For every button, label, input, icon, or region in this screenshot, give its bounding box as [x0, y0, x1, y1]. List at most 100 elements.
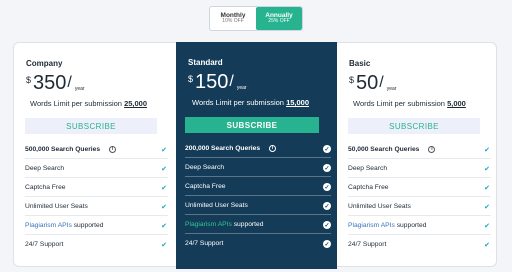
check-icon: ✔	[161, 166, 167, 173]
plan-card-standard: Standard $ 150 / year Words Limit per su…	[176, 42, 337, 269]
feature-text: Deep Search	[25, 164, 65, 172]
feature-item: Plagiarism APIs supported ✔	[25, 216, 168, 235]
feature-text: 24/7 Support	[185, 240, 224, 247]
plagiarism-apis-link[interactable]: Plagiarism APIs	[185, 221, 232, 228]
info-icon[interactable]: i	[428, 145, 436, 153]
price-period: year	[236, 85, 247, 91]
plan-price: $ 50 / year	[349, 72, 396, 94]
words-limit: Words Limit per submission 25,000	[30, 99, 147, 108]
feature-text: 200,000 Search Queries	[185, 144, 261, 152]
plan-price: $ 150 / year	[188, 71, 247, 93]
plan-name: Basic	[349, 59, 371, 68]
check-icon: ✓	[323, 183, 331, 191]
info-icon[interactable]: i	[109, 145, 117, 153]
price-period: year	[386, 86, 397, 92]
check-icon: ✔	[484, 223, 490, 230]
words-limit-label: Words Limit per submission	[192, 98, 284, 107]
words-limit: Words Limit per submission 15,000	[192, 98, 309, 107]
feature-item: Plagiarism APIs supported ✔	[348, 216, 491, 235]
annually-option[interactable]: Annually 25% OFF	[256, 7, 302, 30]
feature-item: 24/7 Support ✓	[185, 234, 331, 253]
feature-item: 24/7 Support ✔	[25, 235, 168, 254]
feature-item: Captcha Free ✔	[25, 178, 168, 197]
feature-text: supported	[394, 221, 427, 229]
words-limit: Words Limit per submission 5,000	[353, 99, 466, 108]
check-icon: ✓	[323, 145, 331, 153]
feature-text: supported	[71, 221, 104, 229]
feature-item: 50,000 Search Queries i ✔	[348, 140, 491, 159]
feature-text: 50,000 Search Queries	[348, 145, 420, 153]
price-amount: 350	[33, 72, 67, 94]
billing-toggle: Monthly 10% OFF Annually 25% OFF	[209, 6, 303, 31]
feature-text: Captcha Free	[348, 183, 389, 191]
check-icon: ✓	[323, 221, 331, 229]
words-limit-value: 25,000	[124, 99, 148, 108]
feature-list: 500,000 Search Queries i ✔ Deep Search ✔ Ca…	[25, 140, 168, 254]
annually-discount: 25% OFF	[268, 18, 290, 25]
feature-text: Unlimited User Seats	[25, 202, 88, 210]
feature-text: Deep Search	[348, 164, 388, 172]
plan-price: $ 350 / year	[26, 72, 85, 94]
price-slash: /	[379, 74, 384, 91]
feature-text: supported	[231, 220, 264, 228]
feature-item: Deep Search ✓	[185, 158, 331, 177]
feature-item: Unlimited User Seats ✔	[348, 197, 491, 216]
check-icon: ✓	[323, 202, 331, 210]
words-limit-value: 5,000	[447, 99, 466, 108]
monthly-option[interactable]: Monthly 10% OFF	[210, 7, 256, 30]
check-icon: ✔	[161, 185, 167, 192]
subscribe-button[interactable]: SUBSCRIBE	[348, 118, 480, 134]
feature-item: Plagiarism APIs supported ✓	[185, 215, 331, 234]
check-icon: ✔	[161, 204, 167, 211]
price-slash: /	[229, 73, 234, 90]
plan-name: Company	[26, 59, 63, 68]
check-icon: ✔	[161, 223, 167, 230]
feature-item: Captcha Free ✔	[348, 178, 491, 197]
feature-item: Deep Search ✔	[348, 159, 491, 178]
feature-item: Unlimited User Seats ✓	[185, 196, 331, 215]
currency-symbol: $	[188, 74, 194, 84]
check-icon: ✔	[161, 147, 167, 154]
currency-symbol: $	[349, 75, 355, 85]
pricing-cards: Company $ 350 / year Words Limit per sub…	[13, 42, 497, 269]
check-icon: ✔	[484, 242, 490, 249]
feature-item: Deep Search ✔	[25, 159, 168, 178]
plan-card-basic: Basic $ 50 / year Words Limit per submis…	[337, 43, 497, 268]
words-limit-value: 15,000	[286, 98, 310, 107]
price-amount: 50	[356, 72, 379, 94]
plan-card-company: Company $ 350 / year Words Limit per sub…	[14, 43, 177, 268]
check-icon: ✔	[484, 185, 490, 192]
info-icon[interactable]: i	[269, 144, 277, 152]
check-icon: ✔	[161, 242, 167, 249]
plagiarism-apis-link[interactable]: Plagiarism APIs	[348, 222, 395, 229]
monthly-discount: 10% OFF	[222, 18, 244, 25]
feature-list: 50,000 Search Queries i ✔ Deep Search ✔ Cap…	[348, 140, 491, 254]
feature-item: Unlimited User Seats ✔	[25, 197, 168, 216]
subscribe-button[interactable]: SUBSCRIBE	[185, 117, 319, 133]
feature-text: Unlimited User Seats	[348, 202, 411, 210]
check-icon: ✓	[323, 164, 331, 172]
check-icon: ✔	[484, 147, 490, 154]
feature-list: 200,000 Search Queries i ✓ Deep Search ✓ Ca…	[185, 139, 331, 253]
feature-text: 500,000 Search Queries	[25, 145, 101, 153]
feature-text: Captcha Free	[185, 182, 226, 190]
subscribe-button[interactable]: SUBSCRIBE	[25, 118, 157, 134]
check-icon: ✔	[484, 204, 490, 211]
price-period: year	[74, 86, 85, 92]
feature-text: 24/7 Support	[25, 241, 64, 248]
words-limit-label: Words Limit per submission	[30, 99, 122, 108]
price-amount: 150	[195, 71, 229, 93]
plan-name: Standard	[188, 58, 223, 67]
check-icon: ✓	[323, 240, 331, 248]
price-slash: /	[67, 74, 72, 91]
currency-symbol: $	[26, 75, 32, 85]
feature-text: Captcha Free	[25, 183, 66, 191]
feature-text: 24/7 Support	[348, 241, 387, 248]
feature-item: Captcha Free ✓	[185, 177, 331, 196]
feature-item: 200,000 Search Queries i ✓	[185, 139, 331, 158]
feature-text: Deep Search	[185, 163, 225, 171]
plagiarism-apis-link[interactable]: Plagiarism APIs	[25, 222, 72, 229]
feature-item: 24/7 Support ✔	[348, 235, 491, 254]
check-icon: ✔	[484, 166, 490, 173]
words-limit-label: Words Limit per submission	[353, 99, 445, 108]
